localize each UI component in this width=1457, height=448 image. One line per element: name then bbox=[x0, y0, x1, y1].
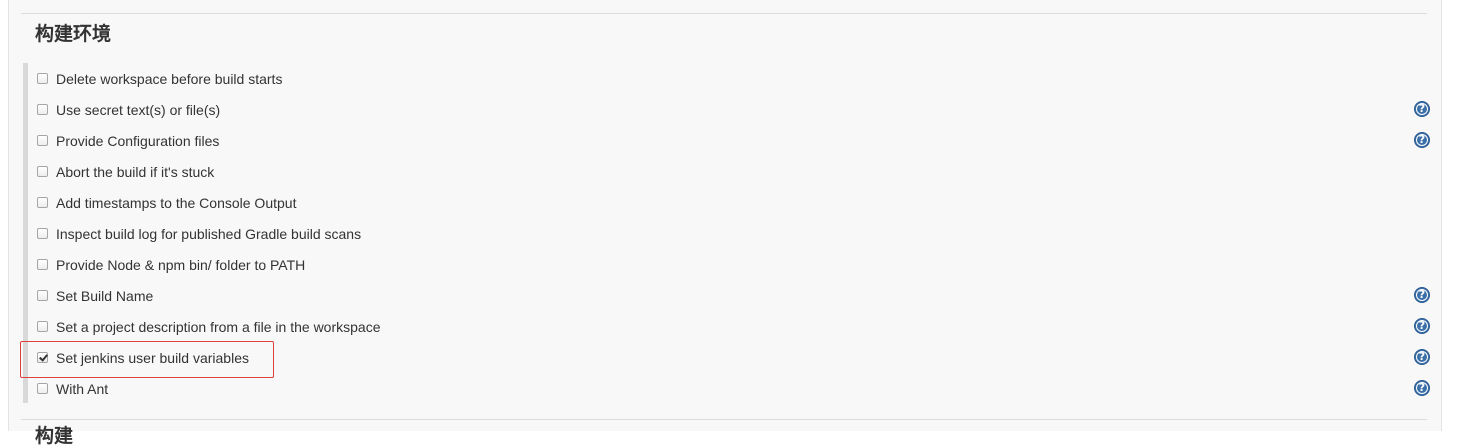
checkbox-node-npm[interactable] bbox=[37, 259, 48, 270]
option-label[interactable]: Set jenkins user build variables bbox=[56, 350, 249, 366]
option-label[interactable]: Set a project description from a file in… bbox=[56, 319, 381, 335]
help-question-icon[interactable]: ? bbox=[1414, 132, 1430, 148]
help-question-icon[interactable]: ? bbox=[1414, 349, 1430, 365]
checkbox-user-build-vars[interactable] bbox=[37, 352, 48, 363]
checkbox-abort-stuck[interactable] bbox=[37, 166, 48, 177]
help-question-icon[interactable]: ? bbox=[1414, 318, 1430, 334]
option-row-timestamps[interactable]: Add timestamps to the Console Output bbox=[37, 187, 296, 218]
option-group-bar bbox=[23, 63, 28, 403]
next-section-title: 构建 bbox=[35, 425, 74, 447]
section-title: 构建环境 bbox=[35, 23, 112, 45]
checkbox-secret-text[interactable] bbox=[37, 104, 48, 115]
option-row-config-files[interactable]: Provide Configuration files bbox=[37, 125, 219, 156]
checkbox-with-ant[interactable] bbox=[37, 383, 48, 394]
option-row-node-npm[interactable]: Provide Node & npm bin/ folder to PATH bbox=[37, 249, 305, 280]
option-label[interactable]: Use secret text(s) or file(s) bbox=[56, 102, 220, 118]
option-row-user-build-vars[interactable]: Set jenkins user build variables bbox=[37, 342, 249, 373]
option-row-gradle-scans[interactable]: Inspect build log for published Gradle b… bbox=[37, 218, 361, 249]
section-divider-top bbox=[21, 13, 1427, 14]
build-environment-panel: 构建环境 Delete workspace before build start… bbox=[8, 0, 1442, 447]
option-label[interactable]: Set Build Name bbox=[56, 288, 153, 304]
checkbox-build-name[interactable] bbox=[37, 290, 48, 301]
option-label[interactable]: Provide Node & npm bin/ folder to PATH bbox=[56, 257, 305, 273]
option-label[interactable]: Inspect build log for published Gradle b… bbox=[56, 226, 361, 242]
option-row-with-ant[interactable]: With Ant bbox=[37, 373, 108, 404]
checkbox-delete-workspace[interactable] bbox=[37, 73, 48, 84]
checkbox-project-description[interactable] bbox=[37, 321, 48, 332]
help-question-icon[interactable]: ? bbox=[1414, 380, 1430, 396]
option-row-abort-stuck[interactable]: Abort the build if it's stuck bbox=[37, 156, 214, 187]
option-label[interactable]: Provide Configuration files bbox=[56, 133, 219, 149]
help-question-icon[interactable]: ? bbox=[1414, 287, 1430, 303]
option-row-build-name[interactable]: Set Build Name bbox=[37, 280, 153, 311]
option-label[interactable]: Add timestamps to the Console Output bbox=[56, 195, 296, 211]
option-label[interactable]: With Ant bbox=[56, 381, 108, 397]
checkbox-timestamps[interactable] bbox=[37, 197, 48, 208]
option-row-project-description[interactable]: Set a project description from a file in… bbox=[37, 311, 381, 342]
option-row-delete-workspace[interactable]: Delete workspace before build starts bbox=[37, 63, 282, 94]
option-label[interactable]: Abort the build if it's stuck bbox=[56, 164, 214, 180]
checkbox-config-files[interactable] bbox=[37, 135, 48, 146]
section-divider-bottom bbox=[21, 419, 1427, 420]
option-label[interactable]: Delete workspace before build starts bbox=[56, 71, 282, 87]
checkbox-gradle-scans[interactable] bbox=[37, 228, 48, 239]
help-question-icon[interactable]: ? bbox=[1414, 101, 1430, 117]
option-row-secret-text[interactable]: Use secret text(s) or file(s) bbox=[37, 94, 220, 125]
